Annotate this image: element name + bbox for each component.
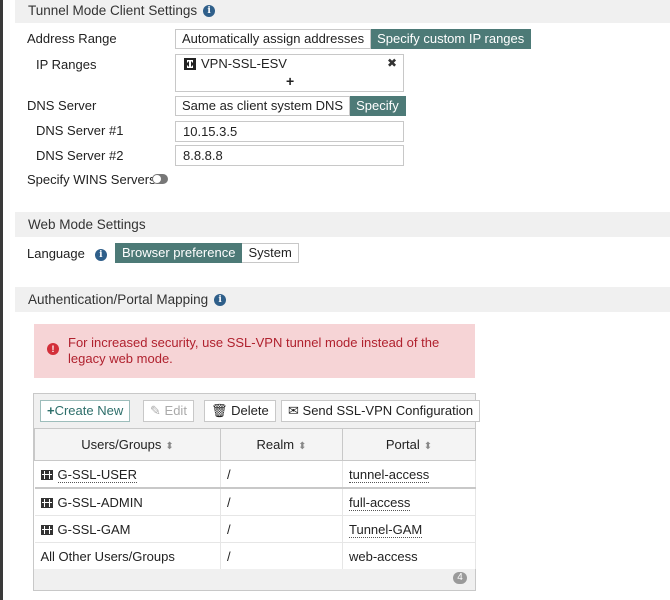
wins-label: Specify WINS Servers bbox=[27, 172, 156, 187]
portal-name: Tunnel-GAM bbox=[349, 521, 423, 538]
cell-portal: tunnel-access bbox=[342, 460, 476, 489]
table-header-row: Users/Groups ⬍ Realm ⬍ Portal ⬍ bbox=[34, 428, 476, 461]
dns-server-1-label: DNS Server #1 bbox=[36, 123, 124, 138]
language-label: Language i bbox=[27, 246, 107, 262]
wins-toggle[interactable] bbox=[152, 174, 168, 184]
alert-icon: ! bbox=[47, 343, 59, 355]
cell-group: G-SSL-ADMIN bbox=[34, 487, 221, 516]
cell-portal: full-access bbox=[342, 487, 476, 516]
envelope-icon: ✉ bbox=[288, 403, 299, 418]
section-title: Web Mode Settings bbox=[28, 217, 146, 232]
portal-name: tunnel-access bbox=[349, 466, 430, 483]
dns-server-2-label: DNS Server #2 bbox=[36, 148, 124, 163]
add-entry-icon[interactable]: + bbox=[286, 73, 294, 89]
info-icon[interactable]: i bbox=[214, 294, 227, 307]
address-range-toggle: Automatically assign addresses Specify c… bbox=[175, 29, 532, 49]
create-new-button[interactable]: +Create New bbox=[40, 400, 131, 422]
custom-ip-option[interactable]: Specify custom IP ranges bbox=[371, 29, 532, 49]
section-title: Authentication/Portal Mapping bbox=[28, 292, 209, 307]
section-title: Tunnel Mode Client Settings bbox=[28, 3, 198, 18]
plus-icon: + bbox=[47, 403, 55, 418]
section-header-auth-mapping: Authentication/Portal Mapping i bbox=[15, 287, 670, 312]
sort-icon: ⬍ bbox=[165, 441, 174, 452]
send-label: Send SSL-VPN Configuration bbox=[302, 403, 474, 418]
mapping-table: Users/Groups ⬍ Realm ⬍ Portal ⬍ G-SSL-USER … bbox=[34, 428, 476, 569]
table-row[interactable]: G-SSL-GAM / Tunnel-GAM bbox=[34, 515, 476, 543]
language-label-text: Language bbox=[27, 246, 85, 261]
dns-server-2-input[interactable]: 8.8.8.8 bbox=[175, 145, 404, 166]
address-range-label: Address Range bbox=[27, 31, 117, 46]
table-row[interactable]: G-SSL-ADMIN / full-access bbox=[34, 487, 476, 516]
dns-server-label: DNS Server bbox=[27, 98, 97, 113]
column-header-portal[interactable]: Portal ⬍ bbox=[342, 428, 476, 461]
trash-icon: 🗑 bbox=[211, 403, 228, 418]
auto-assign-option[interactable]: Automatically assign addresses bbox=[175, 29, 372, 49]
system-language-option[interactable]: System bbox=[242, 243, 299, 263]
group-name: G-SSL-USER bbox=[57, 466, 137, 483]
column-header-users-groups[interactable]: Users/Groups ⬍ bbox=[34, 428, 221, 461]
cell-group: G-SSL-GAM bbox=[34, 515, 221, 543]
group-icon bbox=[40, 498, 53, 509]
section-header-tunnel-mode: Tunnel Mode Client Settings i bbox=[15, 0, 670, 23]
portal-name: web-access bbox=[349, 548, 418, 564]
browser-preference-option[interactable]: Browser preference bbox=[115, 243, 243, 263]
cell-realm: / bbox=[220, 487, 343, 516]
dns-server-toggle: Same as client system DNS Specify bbox=[175, 96, 406, 116]
cell-portal: Tunnel-GAM bbox=[342, 515, 476, 543]
cell-realm: / bbox=[220, 515, 343, 543]
cell-realm: / bbox=[220, 542, 343, 569]
ip-ranges-field[interactable]: VPN-SSL-ESV ✖ + bbox=[175, 54, 404, 92]
system-dns-option[interactable]: Same as client system DNS bbox=[175, 96, 351, 116]
group-icon bbox=[40, 525, 53, 536]
info-icon[interactable]: i bbox=[94, 248, 107, 261]
security-alert: ! For increased security, use SSL-VPN tu… bbox=[34, 324, 475, 378]
info-icon[interactable]: i bbox=[203, 5, 216, 18]
address-object-icon bbox=[184, 58, 196, 70]
specify-dns-option[interactable]: Specify bbox=[350, 96, 406, 116]
cell-portal: web-access bbox=[342, 542, 476, 569]
dns-server-1-input[interactable]: 10.15.3.5 bbox=[175, 121, 404, 142]
section-header-web-mode: Web Mode Settings bbox=[15, 212, 670, 237]
edit-button[interactable]: ✎ Edit bbox=[143, 400, 194, 422]
alert-message: For increased security, use SSL-VPN tunn… bbox=[68, 335, 440, 366]
delete-label: Delete bbox=[231, 403, 269, 418]
create-new-label: Create New bbox=[54, 403, 124, 418]
ip-range-entry: VPN-SSL-ESV bbox=[201, 56, 287, 71]
window-edge bbox=[0, 0, 3, 600]
row-count-badge: 4 bbox=[453, 572, 467, 584]
send-configuration-button[interactable]: ✉ Send SSL-VPN Configuration bbox=[281, 400, 481, 422]
table-row[interactable]: All Other Users/Groups / web-access bbox=[34, 542, 476, 569]
cell-group: All Other Users/Groups bbox=[34, 542, 221, 569]
sort-icon: ⬍ bbox=[298, 441, 307, 452]
ip-ranges-label: IP Ranges bbox=[36, 57, 97, 72]
edit-label: Edit bbox=[164, 403, 187, 418]
sort-icon: ⬍ bbox=[423, 441, 433, 452]
group-name: G-SSL-ADMIN bbox=[57, 494, 143, 510]
remove-entry-icon[interactable]: ✖ bbox=[387, 56, 397, 70]
pencil-icon: ✎ bbox=[150, 403, 161, 418]
mapping-panel: +Create New ✎ Edit 🗑 Delete ✉ Send SSL-V… bbox=[33, 393, 481, 591]
cell-group: G-SSL-USER bbox=[34, 460, 221, 489]
group-name: G-SSL-GAM bbox=[57, 521, 131, 537]
group-icon bbox=[40, 470, 53, 481]
table-row[interactable]: G-SSL-USER / tunnel-access bbox=[34, 460, 476, 489]
language-toggle: Browser preference System bbox=[115, 243, 299, 263]
cell-realm: / bbox=[220, 460, 343, 489]
delete-button[interactable]: 🗑 Delete bbox=[204, 400, 276, 422]
column-header-realm[interactable]: Realm ⬍ bbox=[220, 428, 343, 461]
portal-name: full-access bbox=[349, 494, 411, 511]
